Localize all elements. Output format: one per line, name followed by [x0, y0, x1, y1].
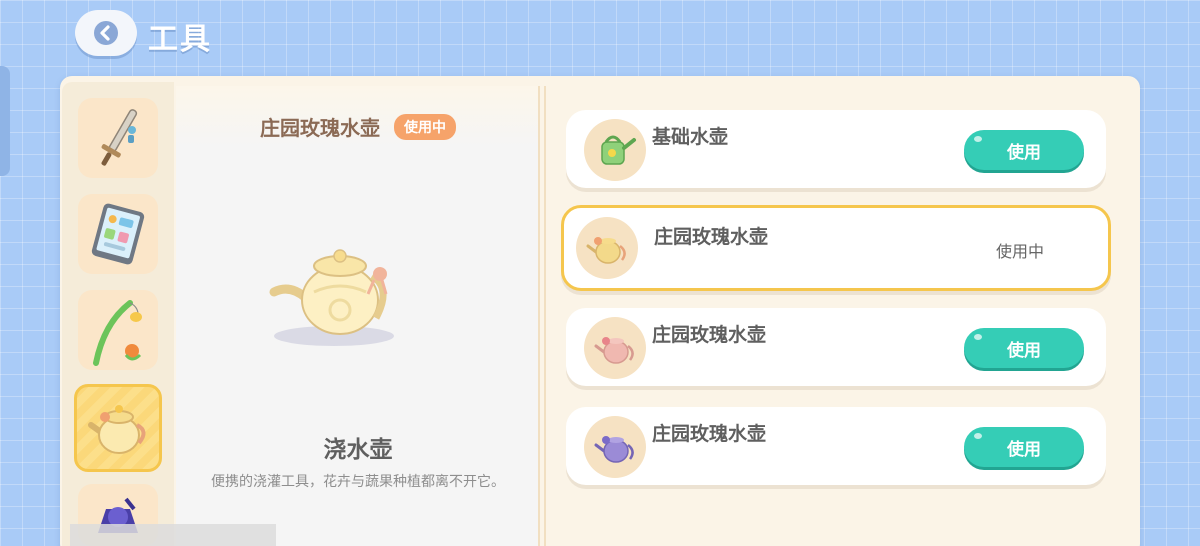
item-type-title: 浇水壶 [323, 437, 393, 463]
green-watering-can-icon [601, 135, 636, 165]
use-button[interactable]: 使用 [964, 328, 1084, 368]
category-sword[interactable] [78, 98, 158, 178]
sword-icon [101, 109, 138, 166]
category-watering-can[interactable] [74, 384, 162, 472]
item-thumbnail [584, 416, 646, 478]
category-fishing-rod[interactable] [78, 290, 158, 370]
watermark-overlay [70, 524, 276, 546]
item-thumbnail [584, 317, 646, 379]
rose-watering-can-image [269, 249, 394, 346]
pink-rose-watering-can-icon [594, 337, 634, 364]
item-name: 庄园玫瑰水壶 [654, 226, 769, 248]
list-item-equipped[interactable]: 庄园玫瑰水壶 使用中 [561, 205, 1111, 291]
back-arrow-icon [94, 21, 118, 45]
use-button[interactable]: 使用 [964, 130, 1084, 170]
item-thumbnail [584, 119, 646, 181]
item-name: 基础水壶 [652, 126, 729, 148]
edge-tab[interactable] [0, 66, 10, 176]
use-button[interactable]: 使用 [964, 427, 1084, 467]
fishing-rod-icon [93, 300, 142, 366]
list-item[interactable]: 基础水壶 使用 [566, 110, 1106, 188]
item-thumbnail [576, 217, 638, 279]
detail-header: 庄园玫瑰水壶 使用中 [176, 112, 540, 141]
detail-item-name: 庄园玫瑰水壶 [260, 116, 380, 140]
back-button[interactable] [75, 10, 137, 56]
item-description: 便携的浇灌工具，花卉与蔬果种植都离不开它。 [211, 474, 505, 490]
watering-can-icon [88, 405, 146, 454]
item-name: 庄园玫瑰水壶 [652, 324, 767, 346]
item-name: 庄园玫瑰水壶 [652, 423, 767, 445]
page-title: 工具 [148, 22, 212, 57]
yellow-rose-watering-can-icon [586, 237, 626, 264]
list-item[interactable]: 庄园玫瑰水壶 使用 [566, 407, 1106, 485]
list-item[interactable]: 庄园玫瑰水壶 使用 [566, 308, 1106, 386]
tablet-icon [91, 203, 145, 265]
purple-rose-watering-can-icon [594, 436, 634, 463]
status-badge: 使用中 [394, 113, 456, 140]
category-tablet[interactable] [78, 194, 158, 274]
in-use-label: 使用中 [996, 242, 1045, 261]
